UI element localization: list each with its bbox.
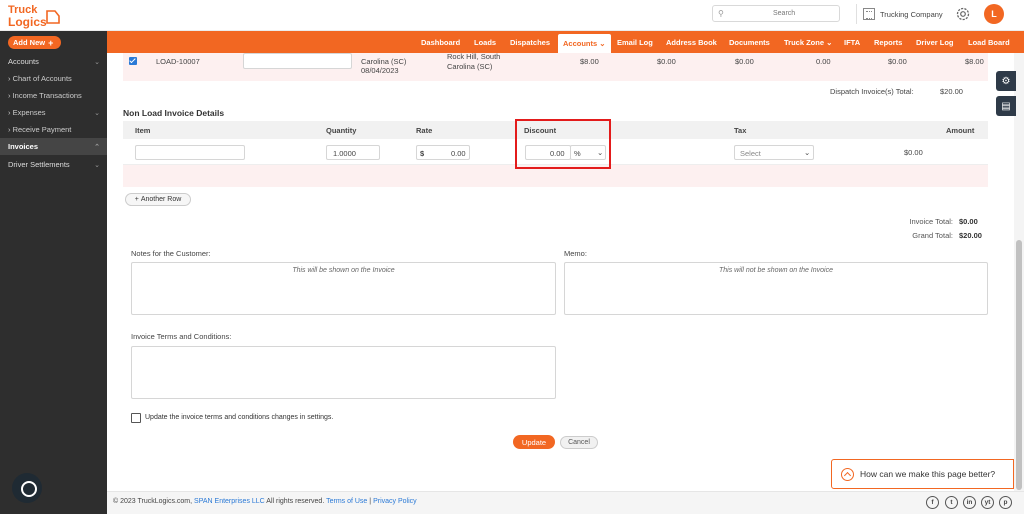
chevron-down-icon: ⌄ (94, 58, 100, 66)
nav-email-log[interactable]: Email Log (617, 31, 653, 53)
footer-copyright: © 2023 TruckLogics.com, SPAN Enterprises… (113, 498, 417, 505)
search-input[interactable]: ⚲ Search (712, 5, 840, 22)
tax-select[interactable]: Select ⌄ (734, 145, 814, 160)
quantity-input[interactable]: 1.0000 (326, 145, 380, 160)
rate-input[interactable]: $ 0.00 (416, 145, 470, 160)
youtube-icon[interactable]: yt (981, 496, 994, 509)
load-id: LOAD-10007 (156, 57, 200, 66)
chevron-down-icon: ⌄ (599, 39, 606, 48)
plus-icon: + (134, 196, 139, 203)
sidebar-item-receive-payment[interactable]: › Receive Payment (0, 121, 107, 138)
sidebar: Add New + Accounts ⌄ › Chart of Accounts … (0, 31, 107, 514)
building-icon (863, 8, 875, 20)
table-row: LOAD-10007 Carolina (SC) 08/04/2023 Rock… (123, 53, 988, 81)
chevron-up-icon: ⌃ (94, 143, 100, 151)
row-amount: $0.00 (904, 148, 923, 157)
privacy-policy-link[interactable]: Privacy Policy (373, 498, 417, 505)
sidebar-item-income-transactions[interactable]: › Income Transactions (0, 87, 107, 104)
add-another-row-button[interactable]: + Another Row (125, 193, 191, 206)
nav-ifta[interactable]: IFTA (844, 31, 860, 53)
top-nav: Dashboard Loads Dispatches Accounts ⌄ Em… (107, 31, 1024, 53)
item-input[interactable] (135, 145, 245, 160)
dispatch-total-label: Dispatch Invoice(s) Total: (830, 87, 914, 96)
nav-dispatches[interactable]: Dispatches (510, 31, 550, 53)
notes-textarea[interactable]: This will be shown on the Invoice (131, 262, 556, 315)
nav-reports[interactable]: Reports (874, 31, 902, 53)
linkedin-icon[interactable]: in (963, 496, 976, 509)
avatar[interactable]: L (984, 4, 1004, 24)
update-button[interactable]: Update (513, 435, 555, 449)
terms-label: Invoice Terms and Conditions: (131, 332, 232, 341)
plus-icon: + (48, 37, 54, 48)
sidebar-item-driver-settlements[interactable]: Driver Settlements ⌄ (0, 156, 107, 173)
notes-label: Notes for the Customer: (131, 249, 211, 258)
footer: © 2023 TruckLogics.com, SPAN Enterprises… (107, 491, 1024, 514)
sidebar-item-accounts[interactable]: Accounts ⌄ (0, 53, 107, 70)
terms-of-use-link[interactable]: Terms of Use (326, 498, 367, 505)
nav-load-board[interactable]: Load Board (968, 31, 1010, 53)
sidebar-item-chart-of-accounts[interactable]: › Chart of Accounts (0, 70, 107, 87)
invoice-total-value: $0.00 (959, 217, 978, 226)
chevron-down-icon: ⌄ (94, 109, 100, 117)
terms-textarea[interactable] (131, 346, 556, 399)
nav-driver-log[interactable]: Driver Log (916, 31, 954, 53)
chevron-down-icon: ⌄ (94, 161, 100, 169)
update-terms-checkbox[interactable] (131, 413, 141, 423)
add-new-button[interactable]: Add New + (8, 36, 61, 49)
facebook-icon[interactable]: f (926, 496, 939, 509)
top-bar: Truck Logics ⚲ Search Trucking Company L (0, 0, 1024, 31)
chevron-down-icon: ⌄ (804, 148, 811, 157)
search-icon: ⚲ (718, 9, 724, 18)
span-enterprises-link[interactable]: SPAN Enterprises LLC (194, 498, 265, 505)
nav-loads[interactable]: Loads (474, 31, 496, 53)
load-description-input[interactable] (243, 53, 352, 69)
twitter-icon[interactable]: t (945, 496, 958, 509)
sidebar-item-expenses[interactable]: › Expenses ⌄ (0, 104, 107, 121)
load-checkbox[interactable] (129, 57, 137, 65)
grand-total-value: $20.00 (959, 231, 982, 240)
gear-icon[interactable] (955, 6, 971, 22)
invoice-total-label: Invoice Total: (909, 217, 953, 226)
company-switcher[interactable]: Trucking Company (856, 4, 944, 24)
feedback-widget[interactable]: How can we make this page better? (831, 459, 1014, 489)
chat-bubble-icon[interactable] (12, 473, 42, 503)
main-content: LOAD-10007 Carolina (SC) 08/04/2023 Rock… (107, 53, 1014, 491)
section-title: Non Load Invoice Details (123, 108, 225, 118)
cancel-button[interactable]: Cancel (560, 436, 598, 449)
pinterest-icon[interactable]: p (999, 496, 1012, 509)
update-terms-label: Update the invoice terms and conditions … (145, 414, 334, 421)
nav-accounts[interactable]: Accounts ⌄ (558, 34, 611, 53)
nav-documents[interactable]: Documents (729, 31, 770, 53)
sidebar-item-invoices[interactable]: Invoices ⌃ (0, 138, 107, 155)
dispatch-total-value: $20.00 (940, 87, 963, 96)
grand-total-label: Grand Total: (912, 231, 953, 240)
trucklogics-logo[interactable]: Truck Logics (7, 2, 61, 29)
company-name: Trucking Company (880, 9, 943, 19)
nav-truck-zone[interactable]: Truck Zone ⌄ (784, 31, 832, 53)
settings-tool-icon[interactable]: ⚙ (996, 71, 1016, 91)
scrollbar-thumb[interactable] (1016, 240, 1022, 490)
nav-dashboard[interactable]: Dashboard (421, 31, 460, 53)
chevron-down-icon: ⌄ (826, 37, 833, 47)
memo-textarea[interactable]: This will not be shown on the Invoice (564, 262, 988, 315)
memo-label: Memo: (564, 249, 587, 258)
nav-address-book[interactable]: Address Book (666, 31, 717, 53)
highlight-box (515, 119, 611, 169)
chevron-up-circle-icon (841, 467, 854, 481)
svg-text:Logics: Logics (8, 15, 47, 29)
document-tool-icon[interactable]: ▤ (996, 96, 1016, 116)
